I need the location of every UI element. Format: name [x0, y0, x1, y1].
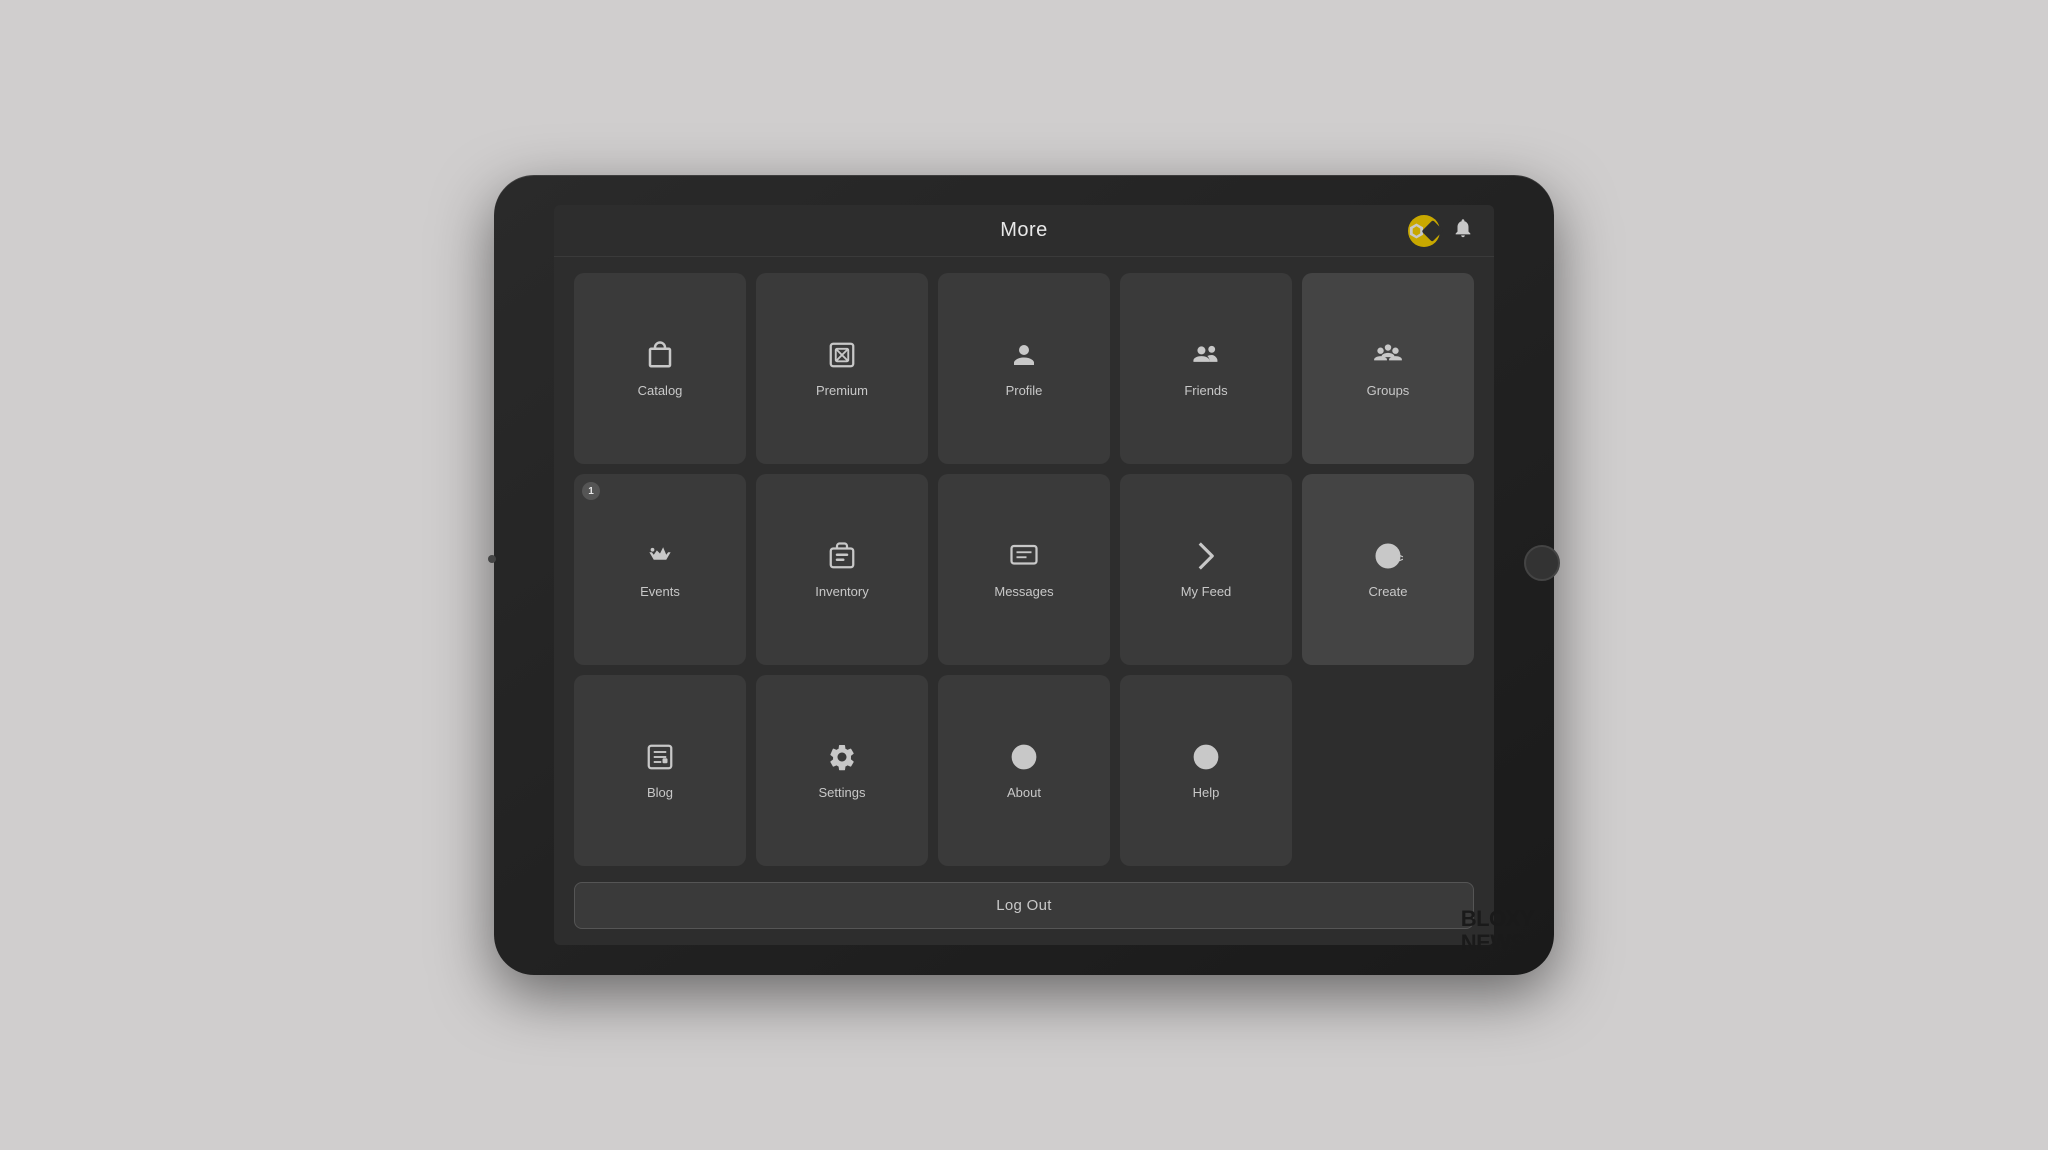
page-title: More [1000, 219, 1048, 242]
settings-icon [827, 742, 857, 777]
groups-label: Groups [1367, 383, 1410, 398]
help-icon [1191, 742, 1221, 777]
create-button[interactable]: </> Create [1302, 474, 1474, 665]
friends-icon [1190, 340, 1222, 375]
premium-button[interactable]: Premium [756, 273, 928, 464]
profile-button[interactable]: Profile [938, 273, 1110, 464]
side-button-left [488, 555, 496, 563]
help-button[interactable]: Help [1120, 675, 1292, 866]
events-badge: 1 [582, 482, 600, 500]
side-button-right [1524, 545, 1560, 581]
inventory-icon [827, 541, 857, 576]
myfeed-icon [1191, 541, 1221, 576]
catalog-label: Catalog [638, 383, 683, 398]
create-icon: </> [1373, 541, 1403, 576]
header: More [554, 205, 1494, 257]
events-icon [645, 541, 675, 576]
empty-cell [1302, 675, 1474, 866]
robux-icon[interactable] [1408, 215, 1440, 247]
about-label: About [1007, 785, 1041, 800]
settings-label: Settings [819, 785, 866, 800]
logout-button[interactable]: Log Out [574, 882, 1474, 929]
groups-button[interactable]: Groups [1302, 273, 1474, 464]
blog-icon [645, 742, 675, 777]
about-icon [1009, 742, 1039, 777]
catalog-icon [645, 340, 675, 375]
main-content: Catalog Premium [554, 257, 1494, 882]
messages-icon [1009, 541, 1039, 576]
inventory-label: Inventory [815, 584, 868, 599]
grid-row-2: 1 Events [574, 474, 1474, 665]
tablet-frame: More [494, 175, 1554, 975]
premium-icon [827, 340, 857, 375]
messages-label: Messages [994, 584, 1053, 599]
watermark: BLOXY NEWS. [1461, 907, 1534, 955]
premium-label: Premium [816, 383, 868, 398]
grid-row-1: Catalog Premium [574, 273, 1474, 464]
notification-bell-icon[interactable] [1452, 217, 1474, 245]
svg-text:</>: </> [1382, 550, 1403, 566]
messages-button[interactable]: Messages [938, 474, 1110, 665]
friends-label: Friends [1184, 383, 1227, 398]
grid-row-3: Blog Settings [574, 675, 1474, 866]
settings-button[interactable]: Settings [756, 675, 928, 866]
myfeed-label: My Feed [1181, 584, 1232, 599]
profile-label: Profile [1006, 383, 1043, 398]
about-button[interactable]: About [938, 675, 1110, 866]
blog-button[interactable]: Blog [574, 675, 746, 866]
events-label: Events [640, 584, 680, 599]
groups-icon [1372, 340, 1404, 375]
catalog-button[interactable]: Catalog [574, 273, 746, 464]
inventory-button[interactable]: Inventory [756, 474, 928, 665]
profile-icon [1009, 340, 1039, 375]
blog-label: Blog [647, 785, 673, 800]
header-icons [1408, 215, 1474, 247]
events-button[interactable]: 1 Events [574, 474, 746, 665]
help-label: Help [1193, 785, 1220, 800]
logout-section: Log Out [554, 882, 1494, 945]
friends-button[interactable]: Friends [1120, 273, 1292, 464]
create-label: Create [1368, 584, 1407, 599]
myfeed-button[interactable]: My Feed [1120, 474, 1292, 665]
tablet-screen: More [554, 205, 1494, 945]
